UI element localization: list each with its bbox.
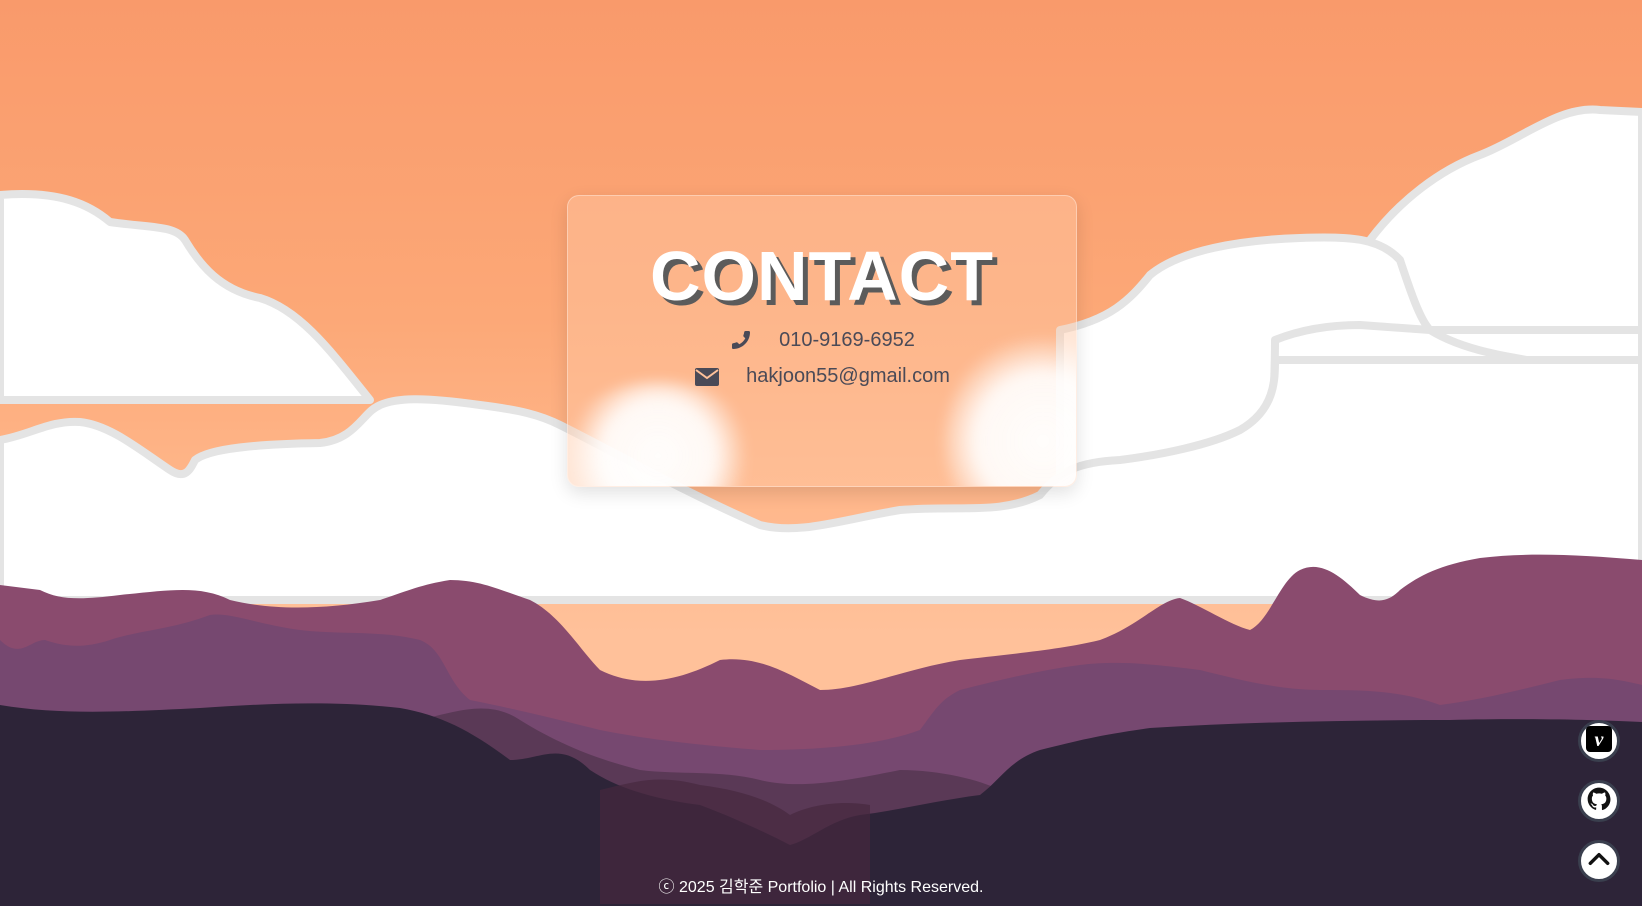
envelope-icon <box>694 366 720 388</box>
email-address[interactable]: hakjoon55@gmail.com <box>746 365 950 388</box>
chevron-up-icon <box>1586 846 1612 877</box>
github-icon <box>1586 786 1612 817</box>
svg-text:v: v <box>1595 729 1605 751</box>
contact-card: CONTACT 010-9169-6952 hakjoon55@gmail.co… <box>567 195 1077 487</box>
contact-section: CONTACT 010-9169-6952 hakjoon55@gmail.co… <box>0 0 1642 906</box>
vimeo-link-button[interactable]: v <box>1578 720 1620 762</box>
phone-number[interactable]: 010-9169-6952 <box>779 329 915 352</box>
phone-icon <box>729 328 753 352</box>
card-cloud-right <box>943 331 1076 486</box>
email-row: hakjoon55@gmail.com <box>568 365 1076 388</box>
vimeo-icon: v <box>1586 725 1612 757</box>
scroll-to-top-button[interactable] <box>1578 840 1620 882</box>
contact-title: CONTACT <box>650 237 994 315</box>
footer-copyright: ⓒ 2025 김학준 Portfolio | All Rights Reserv… <box>658 879 984 896</box>
phone-row: 010-9169-6952 <box>568 328 1076 352</box>
github-link-button[interactable] <box>1578 780 1620 822</box>
card-cloud-left <box>568 381 758 486</box>
